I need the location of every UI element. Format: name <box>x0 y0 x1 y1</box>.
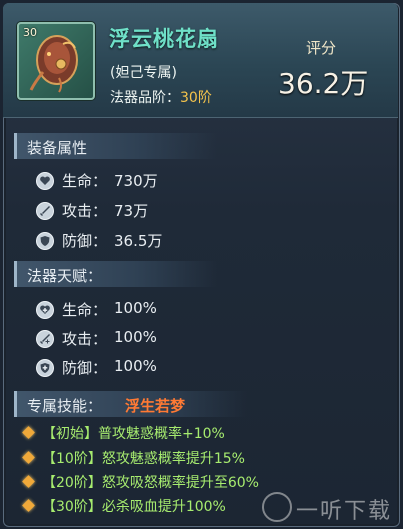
skill-line-text: 【初始】普攻魅惑概率+10% <box>42 426 225 442</box>
sword-plus-icon <box>36 330 54 348</box>
talent-value: 100% <box>114 357 157 375</box>
attr-value: 73万 <box>114 202 149 220</box>
score-label: 评分 <box>306 39 337 57</box>
skill-name: 浮生若梦 <box>125 397 186 415</box>
attr-value: 730万 <box>114 172 158 190</box>
sword-icon <box>36 202 54 220</box>
skill-line-text: 【30阶】必杀吸血提升100% <box>42 499 226 515</box>
attr-label: 生命： <box>62 172 108 190</box>
talent-label: 防御： <box>62 359 108 377</box>
heart-plus-icon <box>36 301 54 319</box>
section-talent: 法器天赋： <box>14 261 217 287</box>
talent-label: 攻击： <box>62 330 108 348</box>
section-title: 专属技能： <box>27 397 103 415</box>
shield-icon <box>36 232 54 250</box>
item-grade: 法器品阶：30阶 <box>110 87 212 107</box>
talent-label: 生命： <box>62 301 108 319</box>
skill-line-text: 【10阶】怒攻魅惑概率提升15% <box>42 451 245 467</box>
shield-plus-icon <box>36 359 54 377</box>
watermark-text: 一听下载 <box>296 499 393 524</box>
item-name: 浮云桃花扇 <box>109 27 219 51</box>
attr-label: 防御： <box>62 232 108 250</box>
watermark: 一听下载 <box>296 493 392 525</box>
section-skill: 专属技能： 浮生若梦 <box>14 391 247 417</box>
item-owner: (妲己专属) <box>110 65 177 81</box>
skill-line-text: 【20阶】怒攻吸怒概率提升至60% <box>42 475 259 491</box>
section-title: 法器天赋： <box>27 267 103 285</box>
score-value: 36.2万 <box>278 67 369 100</box>
attr-label: 攻击： <box>62 202 108 220</box>
heart-icon <box>36 172 54 190</box>
item-icon-frame[interactable]: 30 <box>17 22 95 100</box>
attr-value: 36.5万 <box>114 232 163 250</box>
talent-value: 100% <box>114 328 157 346</box>
item-grade-label: 法器品阶： <box>110 90 180 106</box>
watermark-logo-icon <box>262 492 292 522</box>
section-equip-attrs: 装备属性 <box>14 133 217 159</box>
item-grade-value: 30阶 <box>180 90 212 106</box>
peach-blossom-fan-icon <box>29 35 78 93</box>
section-title: 装备属性 <box>27 139 88 157</box>
talent-value: 100% <box>114 299 157 317</box>
